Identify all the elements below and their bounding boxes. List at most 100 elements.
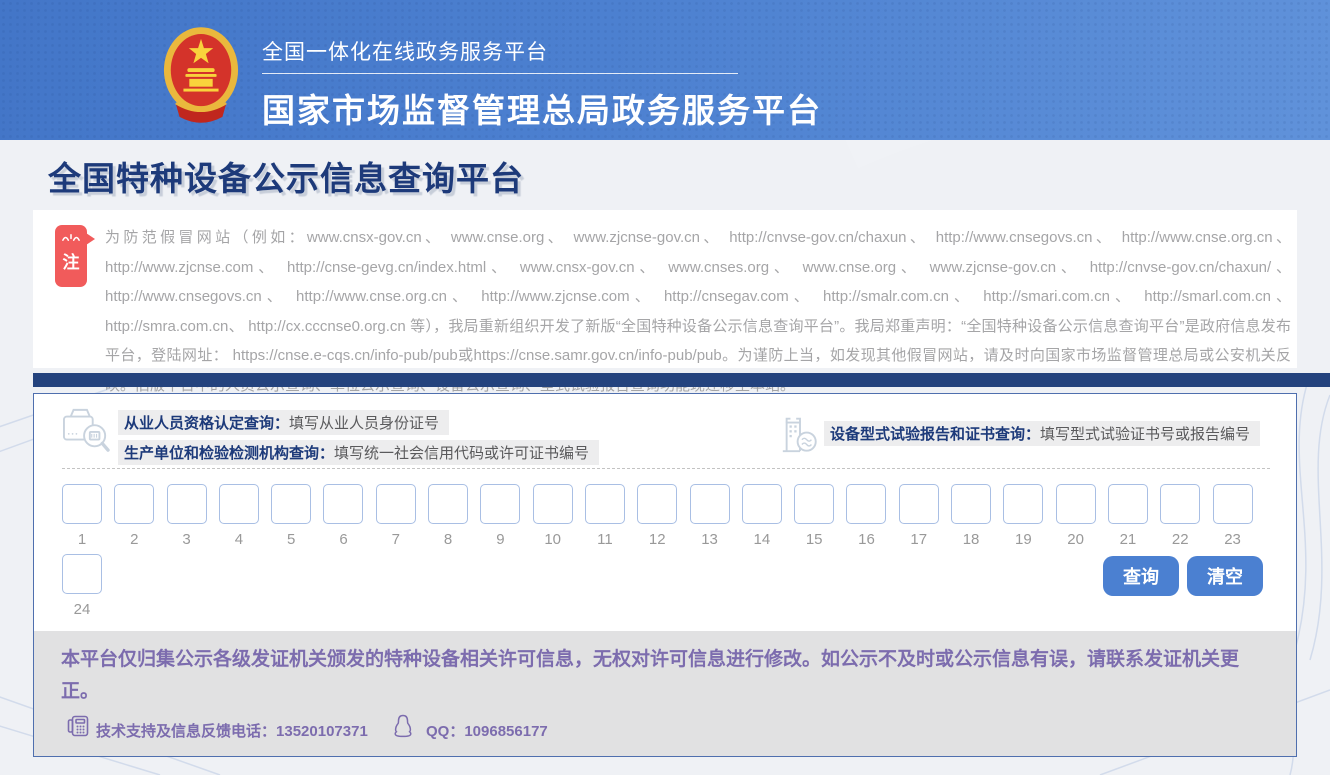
special-equipment-query-page: 全国一体化在线政务服务平台 国家市场监督管理总局政务服务平台 全国特种设备公示信…: [0, 0, 1330, 775]
code-input-number: 20: [1067, 531, 1084, 548]
code-input-cell: 6: [323, 484, 363, 548]
code-input-box-9[interactable]: [480, 484, 520, 524]
code-input-cell: 23: [1213, 484, 1253, 548]
left-query-info: 从业人员资格认定查询：填写从业人员身份证号 生产单位和检验检测机构查询：填写统一…: [118, 410, 599, 465]
code-input-cell: 4: [219, 484, 259, 548]
code-input-box-22[interactable]: [1160, 484, 1200, 524]
code-input-cell: 19: [1003, 484, 1043, 548]
code-input-box-14[interactable]: [742, 484, 782, 524]
code-input-box-17[interactable]: [899, 484, 939, 524]
header-underline: [262, 73, 738, 74]
dashed-separator: [62, 468, 1270, 469]
personnel-query-hint: 填写从业人员身份证号: [289, 415, 439, 432]
code-input-box-16[interactable]: [846, 484, 886, 524]
code-input-box-19[interactable]: [1003, 484, 1043, 524]
notice-badge-arrow: [86, 233, 95, 245]
notice-badge-icon: 注: [55, 225, 87, 287]
national-emblem-icon: [162, 25, 240, 128]
code-input-box-7[interactable]: [376, 484, 416, 524]
code-input-number: 10: [544, 531, 561, 548]
code-input-number: 16: [858, 531, 875, 548]
code-input-box-10[interactable]: [533, 484, 573, 524]
disclaimer-text: 本平台仅归集公示各级发证机关颁发的特种设备相关许可信息，无权对许可信息进行修改。…: [61, 644, 1266, 707]
code-input-cell: 7: [376, 484, 416, 548]
code-input-box-4[interactable]: [219, 484, 259, 524]
unit-query-hint: 填写统一社会信用代码或许可证书编号: [334, 445, 589, 462]
qq-icon: [393, 714, 413, 743]
code-input-cell: 16: [846, 484, 886, 548]
personnel-query-label: 从业人员资格认定查询：: [124, 415, 289, 432]
code-input-cell: 8: [428, 484, 468, 548]
code-input-grid: 123456789101112131415161718192021222324: [62, 484, 1254, 618]
page-title: 全国特种设备公示信息查询平台: [48, 152, 524, 200]
code-input-cell: 3: [167, 484, 207, 548]
code-input-box-20[interactable]: [1056, 484, 1096, 524]
code-input-number: 8: [444, 531, 452, 548]
clear-button[interactable]: 清空: [1187, 556, 1263, 596]
support-qq: QQ：1096856177: [426, 720, 548, 741]
building-report-icon: [779, 413, 821, 460]
code-input-number: 3: [182, 531, 190, 548]
code-input-box-21[interactable]: [1108, 484, 1148, 524]
code-input-number: 21: [1120, 531, 1137, 548]
package-search-icon: [61, 407, 111, 458]
support-qq-label: QQ：: [426, 723, 464, 740]
code-input-number: 2: [130, 531, 138, 548]
code-input-box-11[interactable]: [585, 484, 625, 524]
header-title: 国家市场监督管理总局政务服务平台: [262, 84, 822, 132]
type-test-query-line: 设备型式试验报告和证书查询：填写型式试验证书号或报告编号: [824, 421, 1260, 446]
code-input-box-2[interactable]: [114, 484, 154, 524]
support-phone: 技术支持及信息反馈电话：13520107371: [96, 720, 368, 741]
header-text-block: 全国一体化在线政务服务平台 国家市场监督管理总局政务服务平台: [262, 36, 822, 132]
code-input-number: 17: [910, 531, 927, 548]
support-qq-number: 1096856177: [464, 723, 547, 740]
code-input-number: 6: [339, 531, 347, 548]
header-subtitle: 全国一体化在线政务服务平台: [262, 36, 822, 66]
code-input-number: 9: [496, 531, 504, 548]
code-input-number: 13: [701, 531, 718, 548]
unit-query-label: 生产单位和检验检测机构查询：: [124, 445, 334, 462]
code-input-box-12[interactable]: [637, 484, 677, 524]
code-input-box-5[interactable]: [271, 484, 311, 524]
code-input-box-23[interactable]: [1213, 484, 1253, 524]
code-input-cell: 9: [480, 484, 520, 548]
code-input-box-18[interactable]: [951, 484, 991, 524]
type-test-query-label: 设备型式试验报告和证书查询：: [830, 426, 1040, 443]
code-input-cell: 24: [62, 554, 102, 618]
code-input-box-8[interactable]: [428, 484, 468, 524]
unit-query-line: 生产单位和检验检测机构查询：填写统一社会信用代码或许可证书编号: [118, 440, 599, 465]
code-input-box-6[interactable]: [323, 484, 363, 524]
code-input-cell: 11: [585, 484, 625, 548]
code-input-number: 11: [597, 531, 613, 548]
code-input-number: 14: [754, 531, 771, 548]
code-input-number: 15: [806, 531, 823, 548]
code-input-number: 7: [392, 531, 400, 548]
code-input-box-24[interactable]: [62, 554, 102, 594]
code-input-number: 23: [1224, 531, 1241, 548]
code-input-box-3[interactable]: [167, 484, 207, 524]
code-input-number: 22: [1172, 531, 1189, 548]
search-button[interactable]: 查询: [1103, 556, 1179, 596]
code-input-box-15[interactable]: [794, 484, 834, 524]
panel-footer: 本平台仅归集公示各级发证机关颁发的特种设备相关许可信息，无权对许可信息进行修改。…: [34, 631, 1296, 756]
code-input-cell: 22: [1160, 484, 1200, 548]
support-phone-label: 技术支持及信息反馈电话：: [96, 723, 276, 740]
code-input-cell: 1: [62, 484, 102, 548]
phone-icon: [67, 715, 91, 742]
notice-badge-label: 注: [63, 248, 80, 273]
site-header: 全国一体化在线政务服务平台 国家市场监督管理总局政务服务平台: [0, 0, 1330, 140]
code-input-box-13[interactable]: [690, 484, 730, 524]
code-input-number: 12: [649, 531, 666, 548]
code-input-number: 4: [235, 531, 243, 548]
query-panel: 从业人员资格认定查询：填写从业人员身份证号 生产单位和检验检测机构查询：填写统一…: [33, 393, 1297, 757]
code-input-cell: 10: [533, 484, 573, 548]
code-input-number: 19: [1015, 531, 1032, 548]
divider-bar: [33, 373, 1330, 387]
code-input-cell: 20: [1056, 484, 1096, 548]
code-input-cell: 12: [637, 484, 677, 548]
personnel-query-line: 从业人员资格认定查询：填写从业人员身份证号: [118, 410, 449, 435]
code-input-cell: 5: [271, 484, 311, 548]
code-input-number: 18: [963, 531, 980, 548]
code-input-box-1[interactable]: [62, 484, 102, 524]
code-input-number: 5: [287, 531, 295, 548]
